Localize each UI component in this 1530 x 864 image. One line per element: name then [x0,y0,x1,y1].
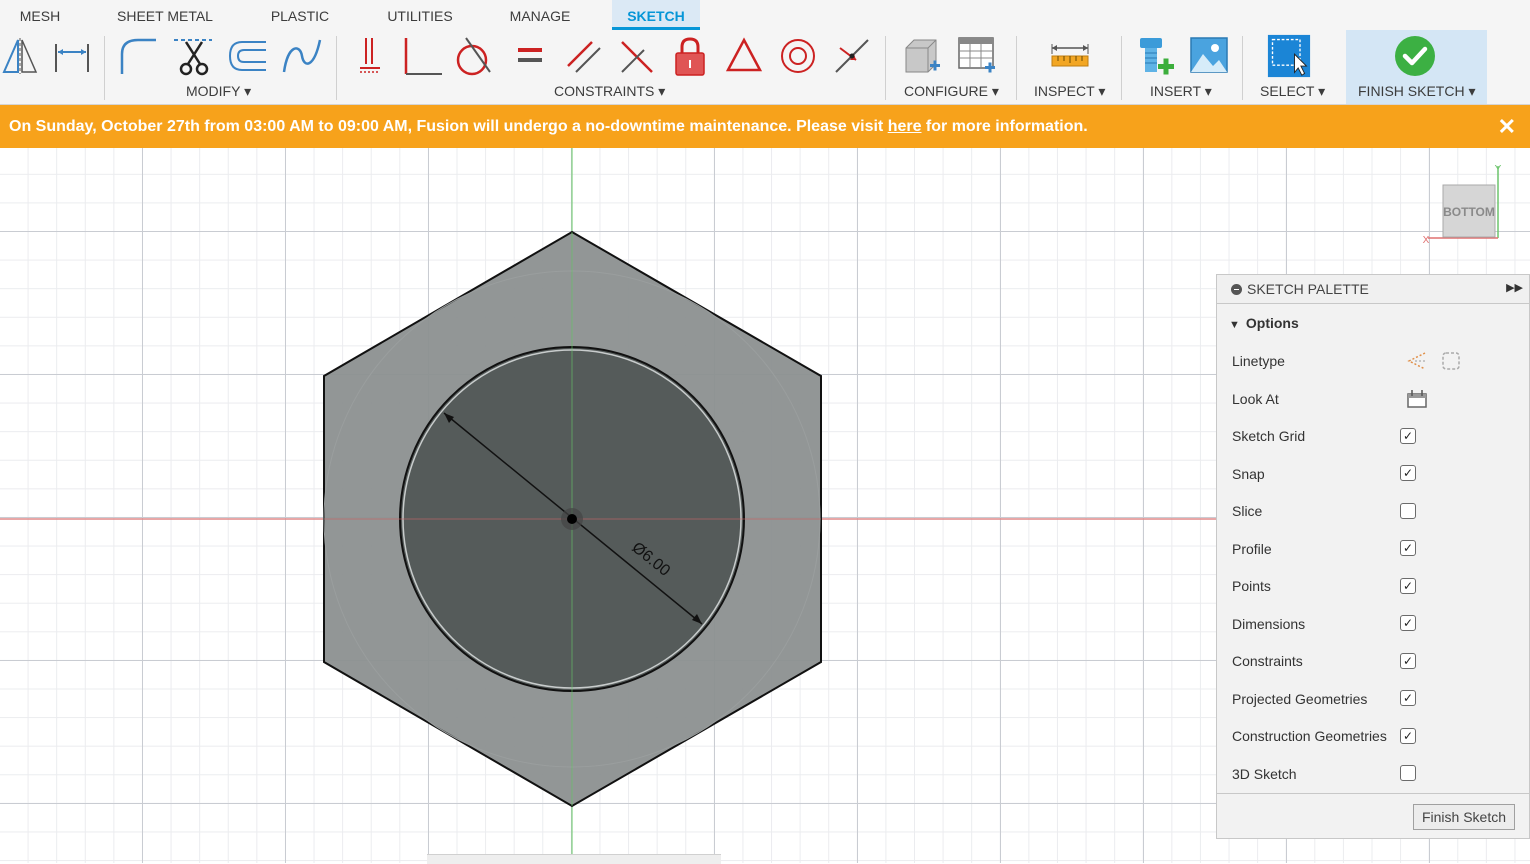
palette-divider [1217,793,1529,794]
parallel-constraint-icon[interactable] [562,34,606,78]
inspect-menu[interactable]: INSPECT ▾ [1034,83,1105,100]
banner-message: On Sunday, October 27th from 03:00 AM to… [9,105,1088,149]
perpendicular-constraint-icon[interactable] [400,34,444,78]
banner-text-after: for more information. [921,118,1088,135]
projected-geometries-label: Projected Geometries [1232,691,1368,707]
sketch-palette-title: SKETCH PALETTE [1247,281,1369,297]
slice-checkbox[interactable] [1400,503,1416,519]
configure-parameters-icon[interactable] [900,34,944,78]
finish-sketch-menu[interactable]: FINISH SKETCH ▾ [1358,83,1475,100]
sketch-grid-label: Sketch Grid [1232,428,1306,444]
tab-plastic[interactable]: PLASTIC [262,0,338,30]
palette-expand-icon[interactable]: ▶▶ [1506,281,1523,294]
select-window-icon[interactable] [1267,34,1311,78]
finish-sketch-check-icon[interactable] [1393,34,1437,78]
insert-mcmaster-bolt-icon[interactable] [1134,34,1178,78]
linetype-label: Linetype [1232,353,1285,369]
midpoint-constraint-icon[interactable] [830,34,874,78]
banner-here-link[interactable]: here [888,118,922,135]
collinear-constraint-icon[interactable] [614,34,658,78]
slice-label: Slice [1232,503,1263,519]
projected-geometries-checkbox[interactable]: ✓ [1400,690,1416,706]
tangent-constraint-icon[interactable] [452,34,496,78]
construction-geometries-checkbox[interactable]: ✓ [1400,728,1416,744]
tab-mesh[interactable]: MESH [8,0,72,30]
mirror-icon[interactable] [0,34,42,78]
construction-geometries-label: Construction Geometries [1232,728,1387,744]
insert-canvas-image-icon[interactable] [1187,34,1231,78]
maintenance-banner: On Sunday, October 27th from 03:00 AM to… [0,105,1530,148]
tab-manage[interactable]: MANAGE [500,0,580,30]
tab-sheet-metal[interactable]: SHEET METAL [108,0,222,30]
banner-text-before: On Sunday, October 27th from 03:00 AM to… [9,118,888,135]
palette-collapse-icon[interactable] [1231,284,1242,295]
sketch-dimension-icon[interactable] [50,34,94,78]
insert-menu[interactable]: INSERT ▾ [1150,83,1212,100]
sketch-grid-checkbox[interactable]: ✓ [1400,428,1416,444]
constraints-label: Constraints [1232,653,1303,669]
snap-label: Snap [1232,466,1265,482]
3d-sketch-checkbox[interactable] [1400,765,1416,781]
options-section-label: Options [1245,315,1299,331]
ribbon-tab-bar: MESH SHEET METAL PLASTIC UTILITIES MANAG… [0,0,1530,30]
options-collapse-icon[interactable]: ▼ [1229,319,1240,331]
constraints-checkbox[interactable]: ✓ [1400,653,1416,669]
view-cube-face-label[interactable]: BOTTOM [1443,205,1495,219]
concentric-constraint-icon[interactable] [776,34,820,78]
look-at-label: Look At [1232,391,1279,407]
fix-lock-icon[interactable] [668,34,712,78]
configure-table-icon[interactable] [955,34,999,78]
profile-label: Profile [1232,541,1272,557]
dimensions-checkbox[interactable]: ✓ [1400,615,1416,631]
banner-close-icon[interactable]: ✕ [1498,105,1516,149]
snap-checkbox[interactable]: ✓ [1400,465,1416,481]
profile-checkbox[interactable]: ✓ [1400,540,1416,556]
equal-constraint-icon[interactable] [508,34,552,78]
spline-icon[interactable] [280,34,324,78]
sketch-palette-header[interactable]: SKETCH PALETTE ▶▶ [1217,275,1529,304]
center-point[interactable] [567,514,577,524]
sketch-palette: SKETCH PALETTE ▶▶ ▼ Options Linetype Look… [1216,274,1530,839]
construction-linetype-icon[interactable] [1405,349,1429,378]
centerline-linetype-icon[interactable] [1439,349,1463,378]
trim-icon[interactable] [172,34,216,78]
configure-menu[interactable]: CONFIGURE ▾ [904,83,999,100]
3d-sketch-label: 3D Sketch [1232,766,1297,782]
coincident-constraint-icon[interactable] [348,34,392,78]
constraints-menu[interactable]: CONSTRAINTS ▾ [554,83,665,100]
finish-sketch-button[interactable]: Finish Sketch [1413,804,1515,830]
tab-sketch[interactable]: SKETCH [612,0,700,30]
options-section-header[interactable]: ▼ Options [1229,315,1299,331]
tab-utilities[interactable]: UTILITIES [380,0,460,30]
measure-ruler-icon[interactable] [1048,34,1092,78]
finish-sketch-group[interactable]: FINISH SKETCH ▾ [1346,30,1487,104]
view-cube-y-label: Y [1495,164,1502,175]
sketch-toolbar: MODIFY ▾ CONSTRAINTS ▾ CONFIGURE ▾ INSPE… [0,30,1530,105]
view-cube[interactable]: Y X BOTTOM [1420,158,1520,248]
dimensions-label: Dimensions [1232,616,1306,632]
fillet-icon[interactable] [116,34,160,78]
view-cube-x-label: X [1423,235,1430,246]
points-label: Points [1232,578,1271,594]
symmetry-constraint-icon[interactable] [722,34,766,78]
offset-icon[interactable] [226,34,270,78]
select-menu[interactable]: SELECT ▾ [1260,83,1325,100]
points-checkbox[interactable]: ✓ [1400,578,1416,594]
look-at-icon[interactable] [1406,388,1428,415]
modify-menu[interactable]: MODIFY ▾ [186,83,251,100]
